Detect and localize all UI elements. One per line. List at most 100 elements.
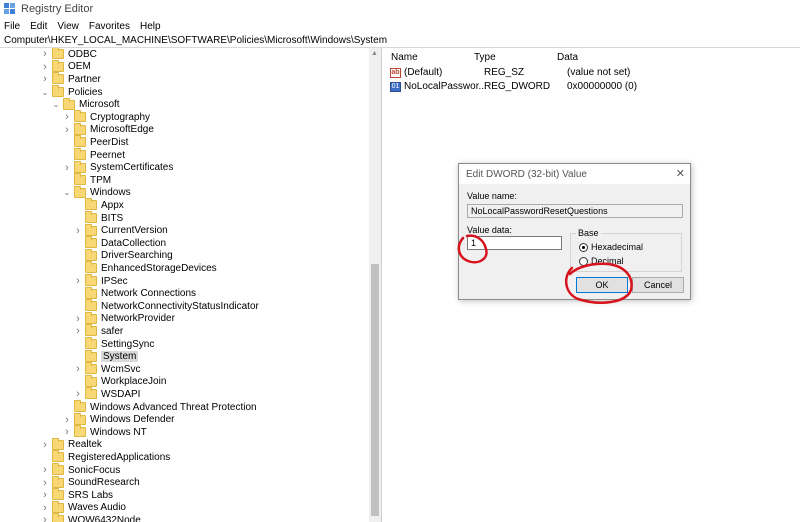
- tree-item[interactable]: Windows Advanced Threat Protection: [62, 400, 257, 414]
- cancel-button[interactable]: Cancel: [632, 277, 684, 293]
- tree-item-label: MicrosoftEdge: [90, 124, 154, 136]
- tree-item[interactable]: › Waves Audio: [40, 500, 126, 515]
- tree-item[interactable]: DataCollection: [73, 236, 166, 250]
- tree-item[interactable]: WorkplaceJoin: [73, 374, 166, 389]
- scroll-up-icon[interactable]: ▲: [371, 50, 378, 57]
- chevron-right-icon[interactable]: ›: [40, 73, 50, 85]
- chevron-right-icon[interactable]: ›: [40, 61, 50, 73]
- tree-item[interactable]: EnhancedStorageDevices: [73, 261, 217, 275]
- tree-item-label: RegisteredApplications: [68, 451, 171, 463]
- chevron-right-icon[interactable]: ›: [73, 363, 83, 375]
- tree-item[interactable]: › safer: [73, 324, 123, 338]
- dialog-title: Edit DWORD (32-bit) Value: [466, 168, 587, 180]
- tree-item-label: Partner: [68, 73, 101, 85]
- tree-item-label: System: [101, 351, 139, 363]
- address-bar[interactable]: Computer\HKEY_LOCAL_MACHINE\SOFTWARE\Pol…: [0, 34, 800, 48]
- chevron-right-icon[interactable]: ›: [40, 477, 50, 489]
- tree-item-label: SoundResearch: [68, 477, 140, 489]
- value-data-field[interactable]: 1: [467, 236, 562, 250]
- tree-item[interactable]: › WcmSvc: [73, 362, 140, 376]
- menu-favorites[interactable]: Favorites: [89, 21, 130, 32]
- scroll-thumb[interactable]: [371, 264, 379, 516]
- chevron-right-icon[interactable]: ›: [62, 426, 72, 438]
- tree-item[interactable]: Peernet: [62, 148, 125, 162]
- value-row[interactable]: 01 NoLocalPasswor... REG_DWORD 0x0000000…: [390, 80, 637, 93]
- menu-help[interactable]: Help: [140, 21, 161, 32]
- tree-item[interactable]: Appx: [73, 198, 124, 212]
- chevron-right-icon[interactable]: ›: [62, 162, 72, 174]
- tree-item-label: NetworkProvider: [101, 313, 175, 325]
- tree-item[interactable]: › IPSec: [73, 274, 128, 288]
- tree-item[interactable]: RegisteredApplications: [40, 450, 171, 464]
- chevron-right-icon[interactable]: ›: [40, 464, 50, 476]
- tree-item[interactable]: TPM: [62, 173, 111, 187]
- chevron-right-icon[interactable]: ›: [62, 111, 72, 123]
- chevron-down-icon[interactable]: ⌄: [62, 188, 72, 198]
- chevron-right-icon[interactable]: ›: [73, 313, 83, 325]
- tree-item[interactable]: › WOW6432Node: [40, 513, 141, 522]
- tree-item[interactable]: › Windows Defender: [62, 412, 174, 426]
- chevron-right-icon[interactable]: ›: [62, 414, 72, 426]
- tree-item[interactable]: › Windows NT: [62, 425, 147, 439]
- chevron-down-icon[interactable]: ⌄: [51, 100, 61, 110]
- menu-file[interactable]: File: [4, 21, 20, 32]
- column-header-data[interactable]: Data: [557, 52, 578, 63]
- tree-item[interactable]: › CurrentVersion: [73, 223, 168, 237]
- tree-item[interactable]: NetworkConnectivityStatusIndicator: [73, 299, 259, 313]
- tree-item[interactable]: › SonicFocus: [40, 463, 120, 477]
- radio-selected-icon[interactable]: [579, 242, 588, 252]
- value-row[interactable]: ab (Default) REG_SZ (value not set): [390, 66, 630, 79]
- folder-icon: [52, 513, 64, 522]
- tree-scrollbar[interactable]: ▲: [369, 48, 381, 522]
- close-icon[interactable]: ✕: [676, 167, 685, 180]
- tree-item[interactable]: DriverSearching: [73, 248, 173, 263]
- tree-item[interactable]: Network Connections: [73, 286, 196, 300]
- chevron-right-icon[interactable]: ›: [62, 124, 72, 136]
- tree-item[interactable]: ⌄ Microsoft: [51, 97, 120, 111]
- tree-item[interactable]: › SRS Labs: [40, 488, 113, 502]
- chevron-down-icon[interactable]: ⌄: [40, 87, 50, 97]
- chevron-right-icon[interactable]: ›: [73, 388, 83, 400]
- value-name-field[interactable]: NoLocalPasswordResetQuestions: [467, 204, 683, 218]
- tree-item[interactable]: ⌄ Windows: [62, 185, 131, 200]
- tree-item[interactable]: › Cryptography: [62, 110, 150, 124]
- tree-item[interactable]: System: [73, 349, 139, 363]
- chevron-right-icon[interactable]: ›: [73, 275, 83, 287]
- tree-item[interactable]: › WSDAPI: [73, 387, 140, 401]
- key-tree: › ODBC › OEM › Partner ⌄ Policies ⌄ Microsoft › Cry…: [0, 48, 382, 522]
- tree-item[interactable]: › MicrosoftEdge: [62, 122, 154, 137]
- ok-button[interactable]: OK: [576, 277, 628, 293]
- tree-item[interactable]: PeerDist: [62, 135, 128, 149]
- menu-edit[interactable]: Edit: [30, 21, 47, 32]
- tree-item[interactable]: › SystemCertificates: [62, 160, 173, 174]
- tree-item[interactable]: ⌄ Policies: [40, 85, 102, 99]
- folder-icon: [85, 374, 97, 387]
- radio-hexadecimal[interactable]: Hexadecimal: [579, 242, 643, 252]
- menu-view[interactable]: View: [57, 21, 79, 32]
- chevron-right-icon[interactable]: ›: [73, 325, 83, 337]
- tree-item[interactable]: BITS: [73, 211, 123, 225]
- tree-item[interactable]: › Realtek: [40, 437, 102, 452]
- tree-item[interactable]: › NetworkProvider: [73, 311, 175, 326]
- chevron-right-icon[interactable]: ›: [40, 489, 50, 501]
- chevron-right-icon[interactable]: ›: [40, 439, 50, 451]
- column-header-name[interactable]: Name: [391, 52, 418, 63]
- tree-item[interactable]: › OEM: [40, 59, 91, 74]
- folder-icon: [85, 248, 97, 261]
- chevron-right-icon[interactable]: ›: [40, 48, 50, 60]
- radio-unselected-icon[interactable]: [579, 256, 588, 266]
- chevron-right-icon[interactable]: ›: [40, 514, 50, 522]
- chevron-right-icon[interactable]: ›: [40, 502, 50, 514]
- value-name: NoLocalPasswor...: [404, 81, 487, 92]
- tree-item[interactable]: › SoundResearch: [40, 475, 140, 489]
- tree-item[interactable]: SettingSync: [73, 337, 154, 351]
- radio-decimal[interactable]: Decimal: [579, 256, 624, 266]
- column-header-type[interactable]: Type: [474, 52, 496, 63]
- tree-item-label: DriverSearching: [101, 250, 173, 262]
- value-name-label: Value name:: [467, 191, 517, 201]
- tree-item[interactable]: › Partner: [40, 72, 101, 86]
- folder-icon: [74, 122, 86, 135]
- tree-item[interactable]: › ODBC: [40, 48, 97, 61]
- chevron-right-icon[interactable]: ›: [73, 225, 83, 237]
